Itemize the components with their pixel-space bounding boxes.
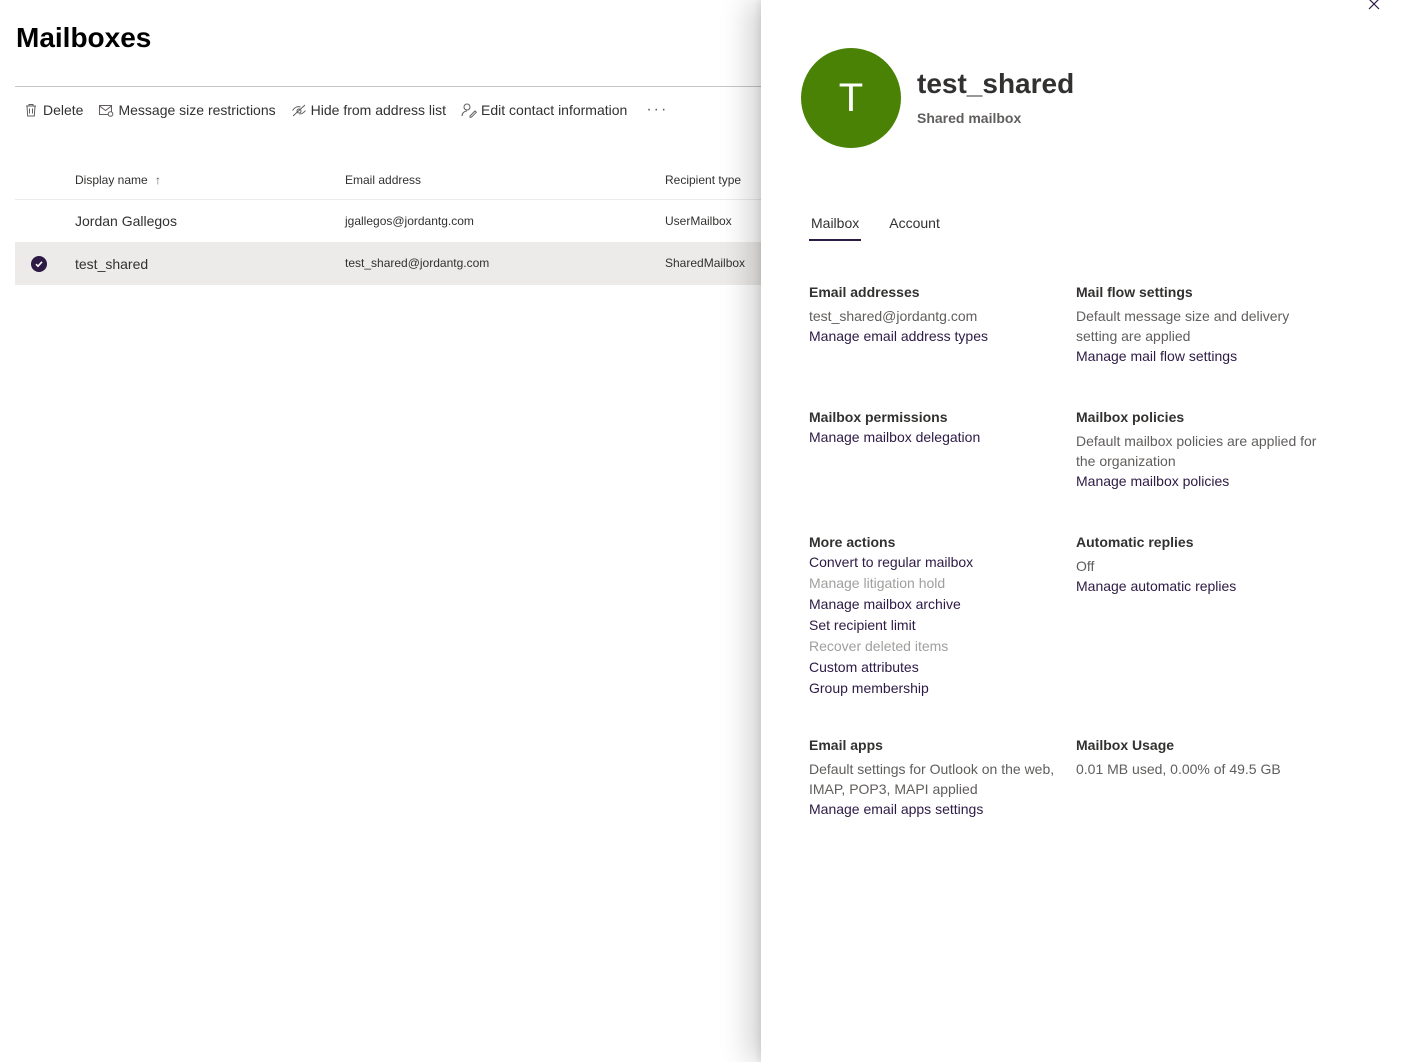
row-recipient-type: UserMailbox	[665, 214, 732, 228]
section-heading: Email addresses	[809, 284, 920, 300]
automatic-replies-status: Off	[1076, 558, 1095, 574]
manage-email-address-types-link[interactable]: Manage email address types	[809, 326, 1059, 346]
mailbox-usage-section: Mailbox Usage 0.01 MB used, 0.00% of 49.…	[1076, 735, 1326, 779]
edit-contact-icon	[461, 102, 478, 118]
row-email-address: test_shared@jordantg.com	[345, 256, 490, 270]
page-title: Mailboxes	[16, 22, 152, 53]
mailbox-permissions-section: Mailbox permissions Manage mailbox deleg…	[809, 407, 1059, 447]
section-heading: Mailbox Usage	[1076, 737, 1175, 753]
section-heading: Mailbox policies	[1076, 409, 1185, 425]
email-addresses-section: Email addresses test_shared@jordantg.com…	[809, 282, 1059, 346]
delete-label: Delete	[43, 102, 84, 118]
close-icon	[1368, 0, 1380, 10]
mailbox-usage-value: 0.01 MB used, 0.00% of 49.5 GB	[1076, 761, 1281, 777]
row-display-name[interactable]: Jordan Gallegos	[75, 213, 177, 229]
section-heading: Email apps	[809, 737, 883, 753]
section-heading: Mailbox permissions	[809, 409, 948, 425]
mailbox-details-panel: T test_shared Shared mailbox Mailbox Acc…	[761, 0, 1406, 1062]
mailbox-policies-section: Mailbox policies Default mailbox policie…	[1076, 407, 1326, 491]
tab-account[interactable]: Account	[887, 212, 942, 241]
manage-email-apps-settings-link[interactable]: Manage email apps settings	[809, 799, 1059, 819]
hide-from-address-list-button[interactable]: Hide from address list	[291, 102, 446, 118]
group-membership-link[interactable]: Group membership	[809, 678, 1059, 699]
close-button[interactable]	[1366, 0, 1382, 12]
edit-contact-information-button[interactable]: Edit contact information	[461, 102, 627, 118]
hide-icon	[291, 102, 307, 118]
table-header: Display name ↑ Email address Recipient t…	[15, 160, 775, 200]
sort-ascending-icon: ↑	[155, 173, 162, 187]
automatic-replies-section: Automatic replies Off Manage automatic r…	[1076, 532, 1326, 596]
tab-mailbox[interactable]: Mailbox	[809, 212, 862, 241]
table-row[interactable]: Jordan Gallegos jgallegos@jordantg.com U…	[15, 201, 775, 243]
mail-flow-section: Mail flow settings Default message size …	[1076, 282, 1326, 366]
column-recipient-type[interactable]: Recipient type	[665, 173, 741, 187]
section-heading: Automatic replies	[1076, 534, 1194, 550]
edit-contact-information-label: Edit contact information	[481, 102, 628, 118]
mailbox-policies-description: Default mailbox policies are applied for…	[1076, 433, 1317, 469]
tab-list: Mailbox Account	[809, 212, 968, 241]
message-size-restrictions-label: Message size restrictions	[118, 102, 276, 118]
selected-check-icon[interactable]	[31, 256, 47, 272]
column-display-name[interactable]: Display name ↑	[75, 173, 161, 187]
column-display-name-label: Display name	[75, 173, 148, 187]
manage-mailbox-delegation-link[interactable]: Manage mailbox delegation	[809, 427, 1059, 447]
mailbox-name: test_shared	[917, 68, 1075, 99]
manage-mailbox-policies-link[interactable]: Manage mailbox policies	[1076, 471, 1326, 491]
divider	[15, 86, 775, 87]
manage-automatic-replies-link[interactable]: Manage automatic replies	[1076, 576, 1326, 596]
email-apps-section: Email apps Default settings for Outlook …	[809, 735, 1059, 819]
section-heading: More actions	[809, 534, 896, 550]
primary-email: test_shared@jordantg.com	[809, 308, 978, 324]
custom-attributes-link[interactable]: Custom attributes	[809, 657, 1059, 678]
table-row[interactable]: test_shared test_shared@jordantg.com Sha…	[15, 243, 775, 285]
manage-mail-flow-settings-link[interactable]: Manage mail flow settings	[1076, 346, 1326, 366]
mail-flow-description: Default message size and delivery settin…	[1076, 308, 1290, 344]
mail-settings-icon	[98, 102, 114, 118]
more-actions-list: Convert to regular mailbox Manage litiga…	[809, 552, 1059, 699]
section-heading: Mail flow settings	[1076, 284, 1193, 300]
email-apps-description: Default settings for Outlook on the web,…	[809, 761, 1055, 797]
recover-deleted-items-link: Recover deleted items	[809, 638, 949, 654]
manage-litigation-hold-link: Manage litigation hold	[809, 575, 946, 591]
trash-icon	[23, 102, 39, 118]
command-bar: Delete Message size restrictions Hide fr…	[15, 96, 668, 124]
manage-mailbox-archive-link[interactable]: Manage mailbox archive	[809, 594, 1059, 615]
set-recipient-limit-link[interactable]: Set recipient limit	[809, 615, 1059, 636]
row-display-name[interactable]: test_shared	[75, 256, 148, 272]
more-commands-button[interactable]: ···	[646, 101, 668, 119]
avatar: T	[801, 48, 901, 148]
row-email-address: jgallegos@jordantg.com	[345, 214, 474, 228]
convert-to-regular-mailbox-link[interactable]: Convert to regular mailbox	[809, 552, 1059, 573]
hide-from-address-list-label: Hide from address list	[310, 102, 447, 118]
delete-button[interactable]: Delete	[15, 102, 83, 118]
row-recipient-type: SharedMailbox	[665, 256, 746, 270]
mailbox-type: Shared mailbox	[917, 110, 1022, 126]
more-actions-section: More actions Convert to regular mailbox …	[809, 532, 1059, 699]
message-size-restrictions-button[interactable]: Message size restrictions	[98, 102, 276, 118]
column-email-address[interactable]: Email address	[345, 173, 421, 187]
